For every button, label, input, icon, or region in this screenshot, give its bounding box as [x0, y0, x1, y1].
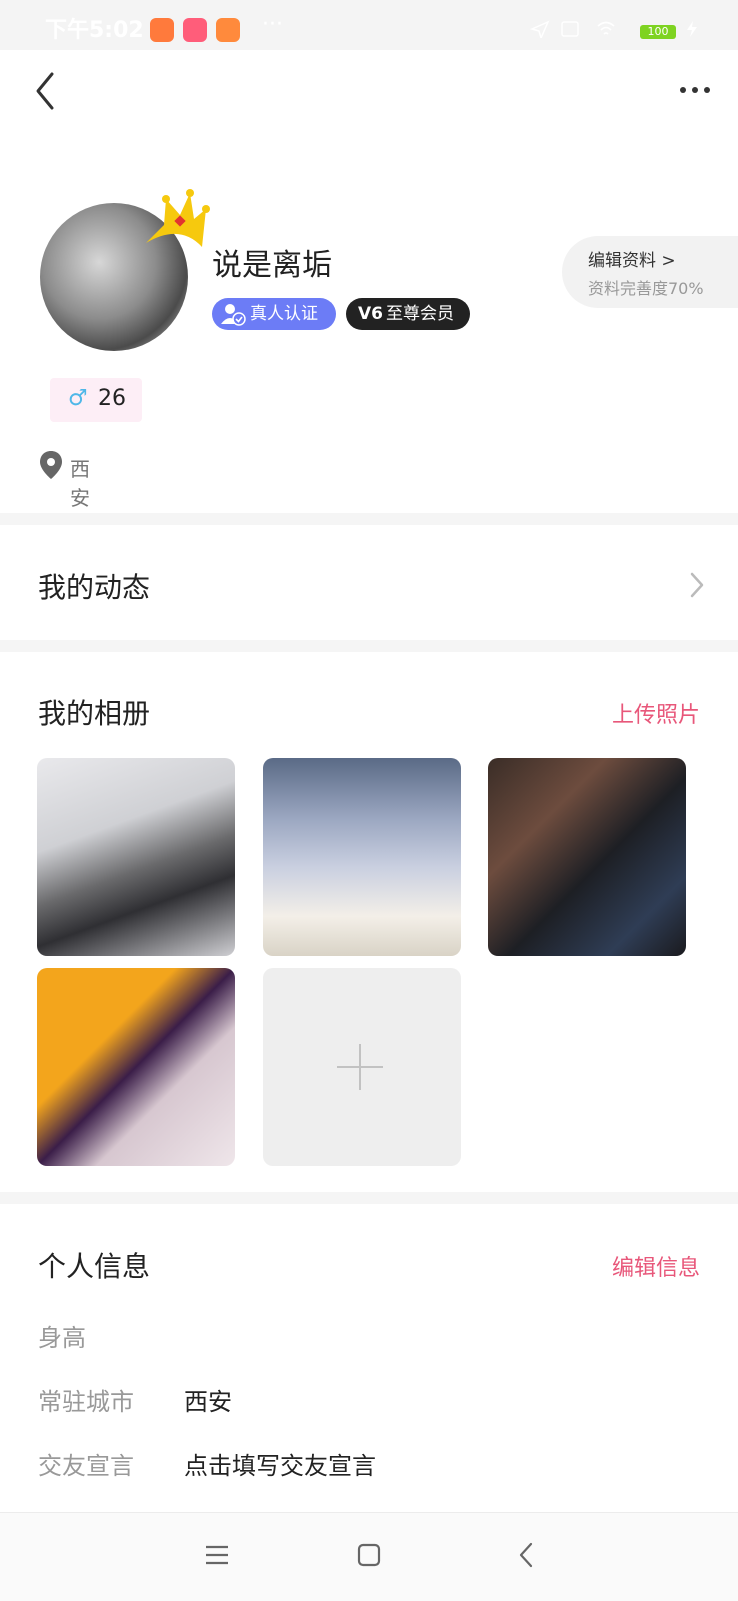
location-text: 西安: [70, 457, 90, 510]
info-value-declaration[interactable]: 点击填写交友宣言: [184, 1446, 376, 1481]
crown-icon: [146, 189, 210, 247]
section-divider: [0, 640, 738, 652]
section-divider: [0, 513, 738, 525]
album-photo[interactable]: [263, 758, 461, 956]
upload-photos-link[interactable]: 上传照片: [612, 697, 700, 729]
add-photo-button[interactable]: [263, 968, 461, 1166]
app-notification-icon: [216, 18, 240, 42]
screen-status-icon: [561, 21, 579, 37]
status-bar: 下午5:02 ··· 100: [0, 0, 738, 50]
my-moments-title: 我的动态: [38, 571, 151, 604]
verified-user-icon: [221, 304, 246, 326]
profile-completion: 资料完善度70%: [588, 279, 704, 298]
username: 说是离垢: [212, 248, 332, 283]
my-album-title: 我的相册: [38, 697, 151, 730]
album-photo[interactable]: [488, 758, 686, 956]
location-pin-icon: [40, 451, 62, 479]
battery-icon: 100: [640, 25, 676, 39]
avatar-container[interactable]: [40, 185, 210, 351]
real-person-label: 真人认证: [250, 304, 318, 324]
info-label-declaration: 交友宣言: [38, 1452, 134, 1480]
plus-icon: [359, 1044, 361, 1090]
info-label-height: 身高: [38, 1324, 86, 1352]
edit-profile-label: 编辑资料 >: [588, 251, 676, 271]
vip-label: 至尊会员: [386, 304, 454, 324]
vip-level: V6: [358, 304, 383, 324]
charging-icon: [687, 21, 697, 37]
vip-badge: V6 至尊会员: [346, 298, 470, 330]
real-person-badge: 真人认证: [212, 298, 336, 330]
album-photo[interactable]: [37, 968, 235, 1166]
info-value-city[interactable]: 西安: [184, 1382, 232, 1417]
top-nav: [0, 50, 738, 130]
gender-age-tag: ♂ 26: [50, 378, 142, 422]
location-status-icon: [530, 20, 550, 38]
status-more: ···: [262, 12, 283, 37]
system-nav-bar: [0, 1512, 738, 1601]
chevron-right-icon[interactable]: [688, 570, 706, 600]
male-icon: ♂: [68, 386, 88, 411]
chevron-left-icon[interactable]: [32, 70, 62, 112]
status-time: 下午5:02: [45, 18, 144, 43]
album-photo[interactable]: [37, 758, 235, 956]
age-value: 26: [98, 386, 126, 411]
edit-info-link[interactable]: 编辑信息: [612, 1250, 700, 1282]
wifi-icon: [597, 21, 615, 35]
more-horizontal-icon[interactable]: [678, 70, 712, 110]
back-nav-icon[interactable]: [514, 1541, 540, 1569]
edit-profile-button[interactable]: 编辑资料 > 资料完善度70%: [562, 236, 738, 308]
info-label-city: 常驻城市: [38, 1388, 134, 1416]
menu-icon[interactable]: [204, 1541, 230, 1569]
app-notification-icon: [150, 18, 174, 42]
home-icon[interactable]: [356, 1541, 382, 1569]
personal-info-title: 个人信息: [38, 1250, 151, 1283]
section-divider: [0, 1192, 738, 1204]
app-notification-icon: [183, 18, 207, 42]
